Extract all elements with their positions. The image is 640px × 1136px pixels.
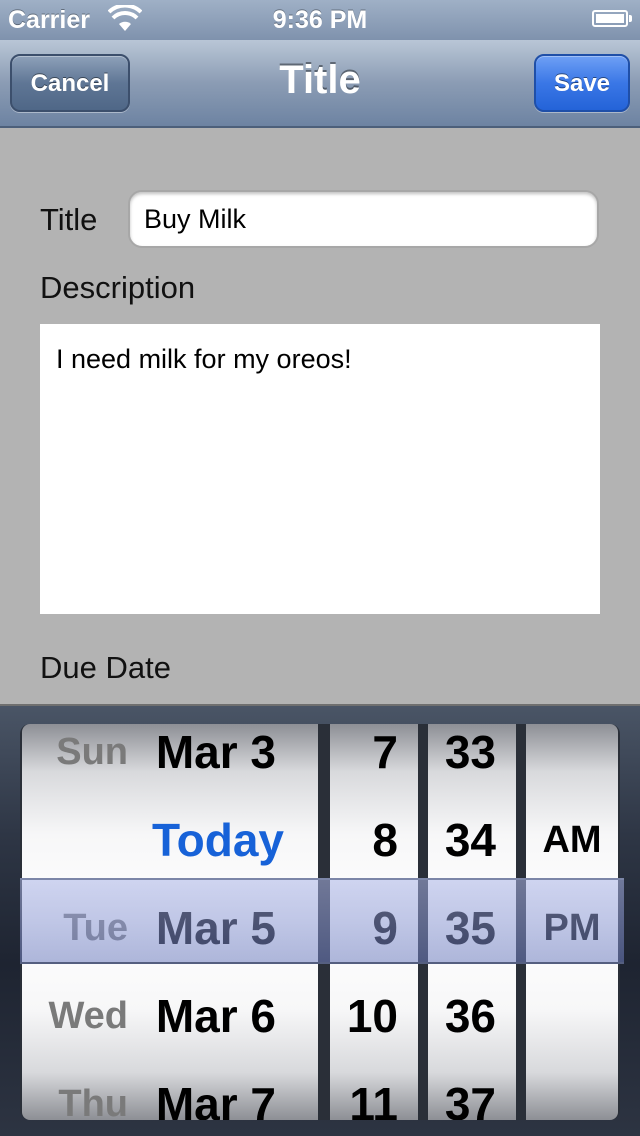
picker-date-label: Mar 6: [155, 990, 276, 1042]
picker-hour-column[interactable]: 7 8 9 10 11: [330, 724, 418, 1120]
picker-hour-row[interactable]: 9: [330, 884, 418, 972]
title-label: Title: [40, 202, 98, 237]
picker-minute-row[interactable]: 33: [428, 724, 516, 796]
picker-date-label: Mar 7: [155, 1078, 276, 1120]
save-button[interactable]: Save: [534, 54, 630, 112]
picker-ampm-column[interactable]: AM PM: [526, 724, 618, 1120]
picker-hour-row[interactable]: 8: [330, 796, 418, 884]
date-picker[interactable]: Sun Mar 3 Today Tue Mar 5 Wed Mar 6 Thu …: [0, 706, 640, 1136]
picker-day-label: Sun: [56, 731, 128, 773]
picker-day-label: Tue: [63, 907, 128, 949]
picker-date-row[interactable]: Thu Mar 7: [22, 1060, 318, 1120]
picker-date-column[interactable]: Sun Mar 3 Today Tue Mar 5 Wed Mar 6 Thu …: [22, 724, 318, 1120]
picker-am-row[interactable]: AM: [526, 796, 618, 884]
picker-date-label: Mar 5: [155, 902, 276, 954]
picker-date-label: Mar 3: [155, 726, 276, 778]
picker-day-label: Wed: [48, 995, 128, 1037]
status-bar: Carrier 9:36 PM: [0, 0, 640, 40]
picker-day-label: Thu: [58, 1083, 128, 1120]
picker-date-row[interactable]: Tue Mar 5: [22, 884, 318, 972]
picker-hour-row[interactable]: 11: [330, 1060, 418, 1120]
picker-date-row[interactable]: Wed Mar 6: [22, 972, 318, 1060]
picker-pm-row[interactable]: PM: [526, 884, 618, 972]
description-label: Description: [40, 270, 196, 305]
title-input[interactable]: Buy Milk: [128, 190, 599, 248]
picker-minute-row[interactable]: 36: [428, 972, 516, 1060]
status-time: 9:36 PM: [272, 6, 368, 34]
picker-hour-row[interactable]: 10: [330, 972, 418, 1060]
picker-date-row[interactable]: Sun Mar 3: [22, 724, 318, 796]
picker-hour-row[interactable]: 7: [330, 724, 418, 796]
picker-date-row[interactable]: Today: [22, 796, 318, 884]
picker-today-label: Today: [151, 814, 284, 866]
picker-minute-row[interactable]: 37: [428, 1060, 516, 1120]
picker-minute-row[interactable]: 34: [428, 796, 516, 884]
due-date-label: Due Date: [40, 650, 171, 685]
picker-minute-column[interactable]: 33 34 35 36 37: [428, 724, 516, 1120]
navigation-bar: Cancel Title Save: [0, 40, 640, 128]
description-textarea[interactable]: I need milk for my oreos!: [40, 324, 600, 614]
battery-icon: [592, 10, 632, 27]
picker-minute-row[interactable]: 35: [428, 884, 516, 972]
